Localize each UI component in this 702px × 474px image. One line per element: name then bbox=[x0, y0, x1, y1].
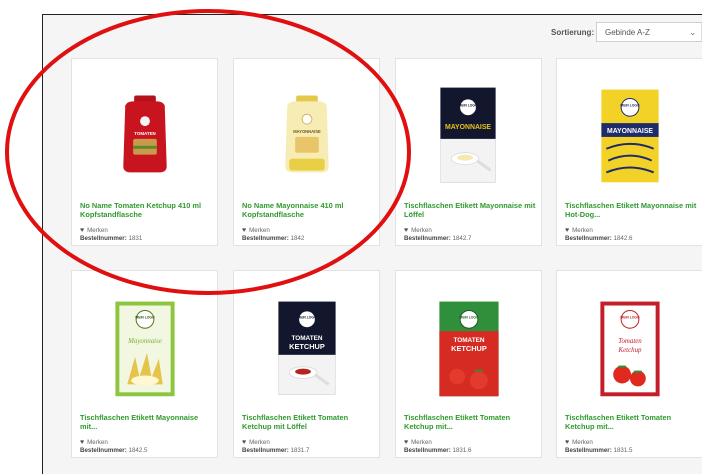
order-number: Bestellnummer: 1831 bbox=[80, 235, 143, 242]
heart-icon: ♥ bbox=[565, 227, 570, 234]
product-title[interactable]: Tischflaschen Etikett Mayonnaise mit... bbox=[80, 413, 214, 431]
order-number: Bestellnummer: 1842.7 bbox=[404, 235, 472, 242]
product-title[interactable]: Tischflaschen Etikett Tomaten Ketchup mi… bbox=[242, 413, 376, 431]
heart-icon: ♥ bbox=[404, 227, 409, 234]
sort-label: Sortierung: bbox=[551, 28, 595, 37]
heart-icon: ♥ bbox=[242, 227, 247, 234]
favorite-link[interactable]: ♥ Merken bbox=[404, 227, 432, 234]
logo-text: MEIN LOGO bbox=[620, 315, 640, 319]
product-image-ketchup-label-tomatoes: MEIN LOGO TOMATEN KETCHUP bbox=[439, 301, 499, 397]
product-card[interactable]: MEIN LOGO MAYONNAISE Tischflaschen Etike… bbox=[556, 58, 702, 246]
product-title[interactable]: No Name Tomaten Ketchup 410 ml Kopfstand… bbox=[80, 201, 214, 219]
favorite-link[interactable]: ♥ Merken bbox=[242, 439, 270, 446]
heart-icon: ♥ bbox=[242, 439, 247, 446]
product-card[interactable]: MEIN LOGO TOMATEN KETCHUP Tischflaschen … bbox=[395, 270, 542, 458]
order-number: Bestellnummer: 1831.5 bbox=[565, 447, 633, 454]
product-card[interactable]: TOMATEN No Name Tomaten Ketchup 410 ml K… bbox=[71, 58, 218, 246]
favorite-link[interactable]: ♥ Merken bbox=[80, 439, 108, 446]
logo-text: MEIN LOGO bbox=[458, 103, 478, 107]
logo-text: MEIN LOGO bbox=[459, 315, 479, 319]
label-text: MAYONNAISE bbox=[445, 124, 491, 131]
product-card[interactable]: MAYONNAISE No Name Mayonnaise 410 ml Kop… bbox=[233, 58, 380, 246]
order-number: Bestellnummer: 1831.7 bbox=[242, 447, 310, 454]
product-image-mayonnaise-label-fries: MEIN LOGO Mayonnaise bbox=[115, 301, 175, 397]
product-card[interactable]: MEIN LOGO Tomaten Ketchup Tischflaschen … bbox=[556, 270, 702, 458]
logo-text: MEIN LOGO bbox=[620, 103, 640, 107]
product-image-mayonnaise-label-spoon: MEIN LOGO MAYONNAISE bbox=[440, 87, 496, 183]
product-image-mayonnaise-bottle: MAYONNAISE bbox=[285, 95, 329, 173]
product-title[interactable]: Tischflaschen Etikett Mayonnaise mit Hot… bbox=[565, 201, 699, 219]
favorite-link[interactable]: ♥ Merken bbox=[565, 439, 593, 446]
favorite-link[interactable]: ♥ Merken bbox=[80, 227, 108, 234]
listing-toolbar: Sortierung: Gebinde A-Z ⌄ bbox=[60, 18, 702, 46]
product-card[interactable]: MEIN LOGO MAYONNAISE Tischflaschen Etike… bbox=[395, 58, 542, 246]
product-title[interactable]: Tischflaschen Etikett Mayonnaise mit Löf… bbox=[404, 201, 538, 219]
heart-icon: ♥ bbox=[80, 439, 85, 446]
heart-icon: ♥ bbox=[80, 227, 85, 234]
logo-text: MEIN LOGO bbox=[297, 315, 317, 319]
product-title[interactable]: Tischflaschen Etikett Tomaten Ketchup mi… bbox=[404, 413, 538, 431]
heart-icon: ♥ bbox=[404, 439, 409, 446]
order-number: Bestellnummer: 1831.6 bbox=[404, 447, 472, 454]
label-text-1: Tomaten bbox=[618, 338, 642, 345]
bottle-label-text: TOMATEN bbox=[134, 131, 155, 136]
product-title[interactable]: No Name Mayonnaise 410 ml Kopfstandflasc… bbox=[242, 201, 376, 219]
product-image-ketchup-label-script: MEIN LOGO Tomaten Ketchup bbox=[600, 301, 660, 397]
product-image-mayonnaise-label-hotdog: MEIN LOGO MAYONNAISE bbox=[601, 89, 659, 183]
product-image-ketchup-label-spoon: MEIN LOGO TOMATEN KETCHUP bbox=[278, 301, 336, 395]
product-card[interactable]: MEIN LOGO Mayonnaise Tischflaschen Etike… bbox=[71, 270, 218, 458]
sort-value: Gebinde A-Z bbox=[605, 28, 650, 37]
product-image-ketchup-bottle: TOMATEN bbox=[123, 95, 167, 173]
logo-text: MEIN LOGO bbox=[135, 315, 155, 319]
label-text-2: KETCHUP bbox=[451, 344, 487, 353]
label-text-2: KETCHUP bbox=[289, 342, 325, 351]
bottle-label-text: MAYONNAISE bbox=[293, 129, 321, 134]
favorite-link[interactable]: ♥ Merken bbox=[242, 227, 270, 234]
label-text: MAYONNAISE bbox=[607, 128, 653, 135]
chevron-down-icon: ⌄ bbox=[689, 27, 697, 37]
order-number: Bestellnummer: 1842.6 bbox=[565, 235, 633, 242]
order-number: Bestellnummer: 1842 bbox=[242, 235, 305, 242]
favorite-link[interactable]: ♥ Merken bbox=[565, 227, 593, 234]
label-text: Mayonnaise bbox=[127, 338, 162, 345]
sort-select[interactable]: Gebinde A-Z ⌄ bbox=[596, 22, 702, 42]
heart-icon: ♥ bbox=[565, 439, 570, 446]
label-text-2: Ketchup bbox=[618, 347, 643, 354]
favorite-link[interactable]: ♥ Merken bbox=[404, 439, 432, 446]
product-title[interactable]: Tischflaschen Etikett Tomaten Ketchup mi… bbox=[565, 413, 699, 431]
order-number: Bestellnummer: 1842.5 bbox=[80, 447, 148, 454]
product-card[interactable]: MEIN LOGO TOMATEN KETCHUP Tischflaschen … bbox=[233, 270, 380, 458]
